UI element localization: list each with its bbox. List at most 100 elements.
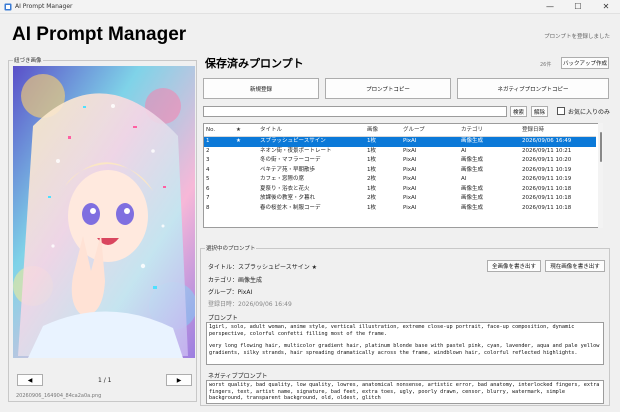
- saved-prompts-title: 保存済みプロンプト: [205, 57, 304, 70]
- app-title: AI Prompt Manager: [12, 24, 187, 45]
- table-row[interactable]: 7 放課後の教室・夕暮れ 2枚 PixAI 画像生成 2026/09/11 10…: [204, 194, 596, 204]
- table-row[interactable]: 4 ペキテア苑・早朝散歩 1枚 PixAI 画像生成 2026/09/11 10…: [204, 166, 596, 176]
- cell-group: PixAI: [403, 138, 417, 144]
- cell-no: 8: [206, 204, 210, 211]
- clear-search-button[interactable]: 解除: [531, 106, 548, 117]
- cell-title: ネオン街・夜景ポートレート: [260, 147, 332, 154]
- image-filename: 20260906_164904_84ca2a0a.png: [16, 393, 102, 399]
- selected-category: カテゴリ：画像生成: [208, 277, 263, 284]
- col-header-fav[interactable]: ★: [236, 124, 241, 136]
- export-all-images-button[interactable]: 全画像を書き出す: [487, 260, 541, 272]
- prompt-table[interactable]: No. ★ タイトル 画像 グループ カテゴリ 登録日時 1 ★ スプラッシュピ…: [203, 123, 603, 228]
- cell-group: PixAI: [403, 204, 417, 211]
- backup-button[interactable]: バックアップ作成: [561, 57, 609, 69]
- copy-prompt-button[interactable]: プロンプトコピー: [325, 78, 451, 99]
- table-scrollbar-thumb[interactable]: [600, 132, 602, 162]
- search-button[interactable]: 検索: [510, 106, 527, 117]
- maximize-button[interactable]: ☐: [564, 0, 592, 14]
- cell-no: 6: [206, 185, 210, 192]
- close-button[interactable]: ✕: [592, 0, 620, 14]
- selected-date: 登録日時：2026/09/06 16:49: [208, 301, 292, 308]
- copy-negative-prompt-button[interactable]: ネガティブプロンプトコピー: [457, 78, 609, 99]
- table-row[interactable]: 1 ★ スプラッシュピースサイン 1枚 PixAI 画像生成 2026/09/0…: [204, 137, 596, 147]
- cell-date: 2026/09/11 10:18: [522, 195, 572, 201]
- prev-image-button[interactable]: ◀: [17, 374, 43, 386]
- cell-title: 冬の街・マフラーコーデ: [260, 157, 321, 163]
- col-header-category[interactable]: カテゴリ: [461, 124, 483, 136]
- col-header-title[interactable]: タイトル: [260, 124, 282, 136]
- prompt-text-paragraph-2: very long flowing hair, multicolor gradi…: [209, 343, 600, 356]
- selected-prompt-label: 選択中のプロンプト: [205, 244, 257, 252]
- cell-category: 画像生成: [461, 157, 484, 163]
- cell-group: PixAI: [403, 176, 417, 182]
- cell-category: 画像生成: [461, 195, 484, 201]
- status-message: プロンプトを登録しました: [544, 34, 610, 40]
- prompt-label: プロンプト: [208, 315, 238, 322]
- cell-date: 2026/09/11 10:21: [522, 147, 572, 154]
- cell-category: 画像生成: [461, 185, 484, 192]
- window-titlebar: AI Prompt Manager — ☐ ✕: [0, 0, 620, 14]
- cell-date: 2026/09/06 16:49: [522, 138, 572, 144]
- cell-group: PixAI: [403, 157, 417, 163]
- negative-prompt-label: ネガティブプロンプト: [208, 373, 268, 380]
- cell-group: PixAI: [403, 195, 417, 201]
- cell-images: 1枚: [367, 147, 376, 154]
- col-header-no[interactable]: No.: [206, 124, 215, 136]
- cell-images: 1枚: [367, 185, 376, 192]
- app-icon: [4, 3, 12, 11]
- table-row[interactable]: 8 春の桜並木・制服コーデ 1枚 PixAI 画像生成 2026/09/11 1…: [204, 204, 596, 214]
- selected-group: グループ：PixAI: [208, 289, 253, 296]
- cell-images: 2枚: [367, 176, 376, 182]
- cell-no: 7: [206, 195, 210, 201]
- negative-prompt-text: worst quality, bad quality, low quality,…: [209, 382, 600, 402]
- cell-category: 画像生成: [461, 166, 484, 173]
- search-input[interactable]: [203, 106, 507, 117]
- favorites-only-label: お気に入りのみ: [568, 109, 611, 116]
- cell-title: 夏祭り・浴衣と花火: [260, 185, 310, 192]
- cell-category: 画像生成: [461, 204, 484, 211]
- export-current-image-button[interactable]: 現在画像を書き出す: [545, 260, 605, 272]
- col-header-images[interactable]: 画像: [367, 124, 378, 136]
- cell-date: 2026/09/11 10:20: [522, 157, 572, 163]
- cell-images: 1枚: [367, 157, 376, 163]
- cell-no: 3: [206, 157, 210, 163]
- col-header-group[interactable]: グループ: [403, 124, 425, 136]
- selected-title: タイトル：スプラッシュピースサイン ★: [208, 264, 317, 271]
- table-row[interactable]: 6 夏祭り・浴衣と花火 1枚 PixAI 画像生成 2026/09/11 10:…: [204, 185, 596, 195]
- cell-date: 2026/09/11 10:18: [522, 185, 572, 192]
- table-row[interactable]: 3 冬の街・マフラーコーデ 1枚 PixAI 画像生成 2026/09/11 1…: [204, 156, 596, 166]
- cell-group: PixAI: [403, 185, 417, 192]
- prompt-textarea[interactable]: 1girl, solo, adult woman, anime style, v…: [206, 322, 604, 365]
- cell-no: 5: [206, 176, 210, 182]
- prompt-text-paragraph-1: 1girl, solo, adult woman, anime style, v…: [209, 324, 575, 337]
- new-prompt-button[interactable]: 新規登録: [203, 78, 319, 99]
- cell-title: スプラッシュピースサイン: [260, 138, 326, 144]
- negative-prompt-textarea[interactable]: worst quality, bad quality, low quality,…: [206, 380, 604, 404]
- cell-group: PixAI: [403, 147, 417, 154]
- cell-category: 画像生成: [461, 138, 484, 144]
- cell-no: 2: [206, 147, 210, 154]
- cell-no: 1: [206, 138, 210, 144]
- cell-images: 1枚: [367, 166, 376, 173]
- cell-title: 放課後の教室・夕暮れ: [260, 195, 316, 201]
- cell-group: PixAI: [403, 166, 417, 173]
- prompt-count: 26件: [540, 62, 552, 68]
- cell-date: 2026/09/11 10:19: [522, 176, 572, 182]
- cell-category: AI: [461, 176, 467, 182]
- cell-category: AI: [461, 147, 467, 154]
- next-image-button[interactable]: ▶: [166, 374, 192, 386]
- preview-image: [13, 66, 195, 358]
- cell-title: ペキテア苑・早朝散歩: [260, 166, 316, 173]
- table-row[interactable]: 2 ネオン街・夜景ポートレート 1枚 PixAI AI 2026/09/11 1…: [204, 147, 596, 157]
- cell-no: 4: [206, 166, 210, 173]
- favorites-only-checkbox[interactable]: [557, 107, 565, 115]
- window-title: AI Prompt Manager: [15, 3, 73, 10]
- table-row[interactable]: 5 カフェ・窓際の席 2枚 PixAI AI 2026/09/11 10:19: [204, 175, 596, 185]
- cell-title: カフェ・窓際の席: [260, 176, 305, 182]
- col-header-date[interactable]: 登録日時: [522, 124, 544, 136]
- linked-image-label: 紐づき画像: [13, 56, 43, 64]
- cell-images: 1枚: [367, 204, 376, 211]
- page-indicator: 1 / 1: [98, 377, 112, 384]
- cell-title: 春の桜並木・制服コーデ: [260, 204, 321, 211]
- minimize-button[interactable]: —: [536, 0, 564, 14]
